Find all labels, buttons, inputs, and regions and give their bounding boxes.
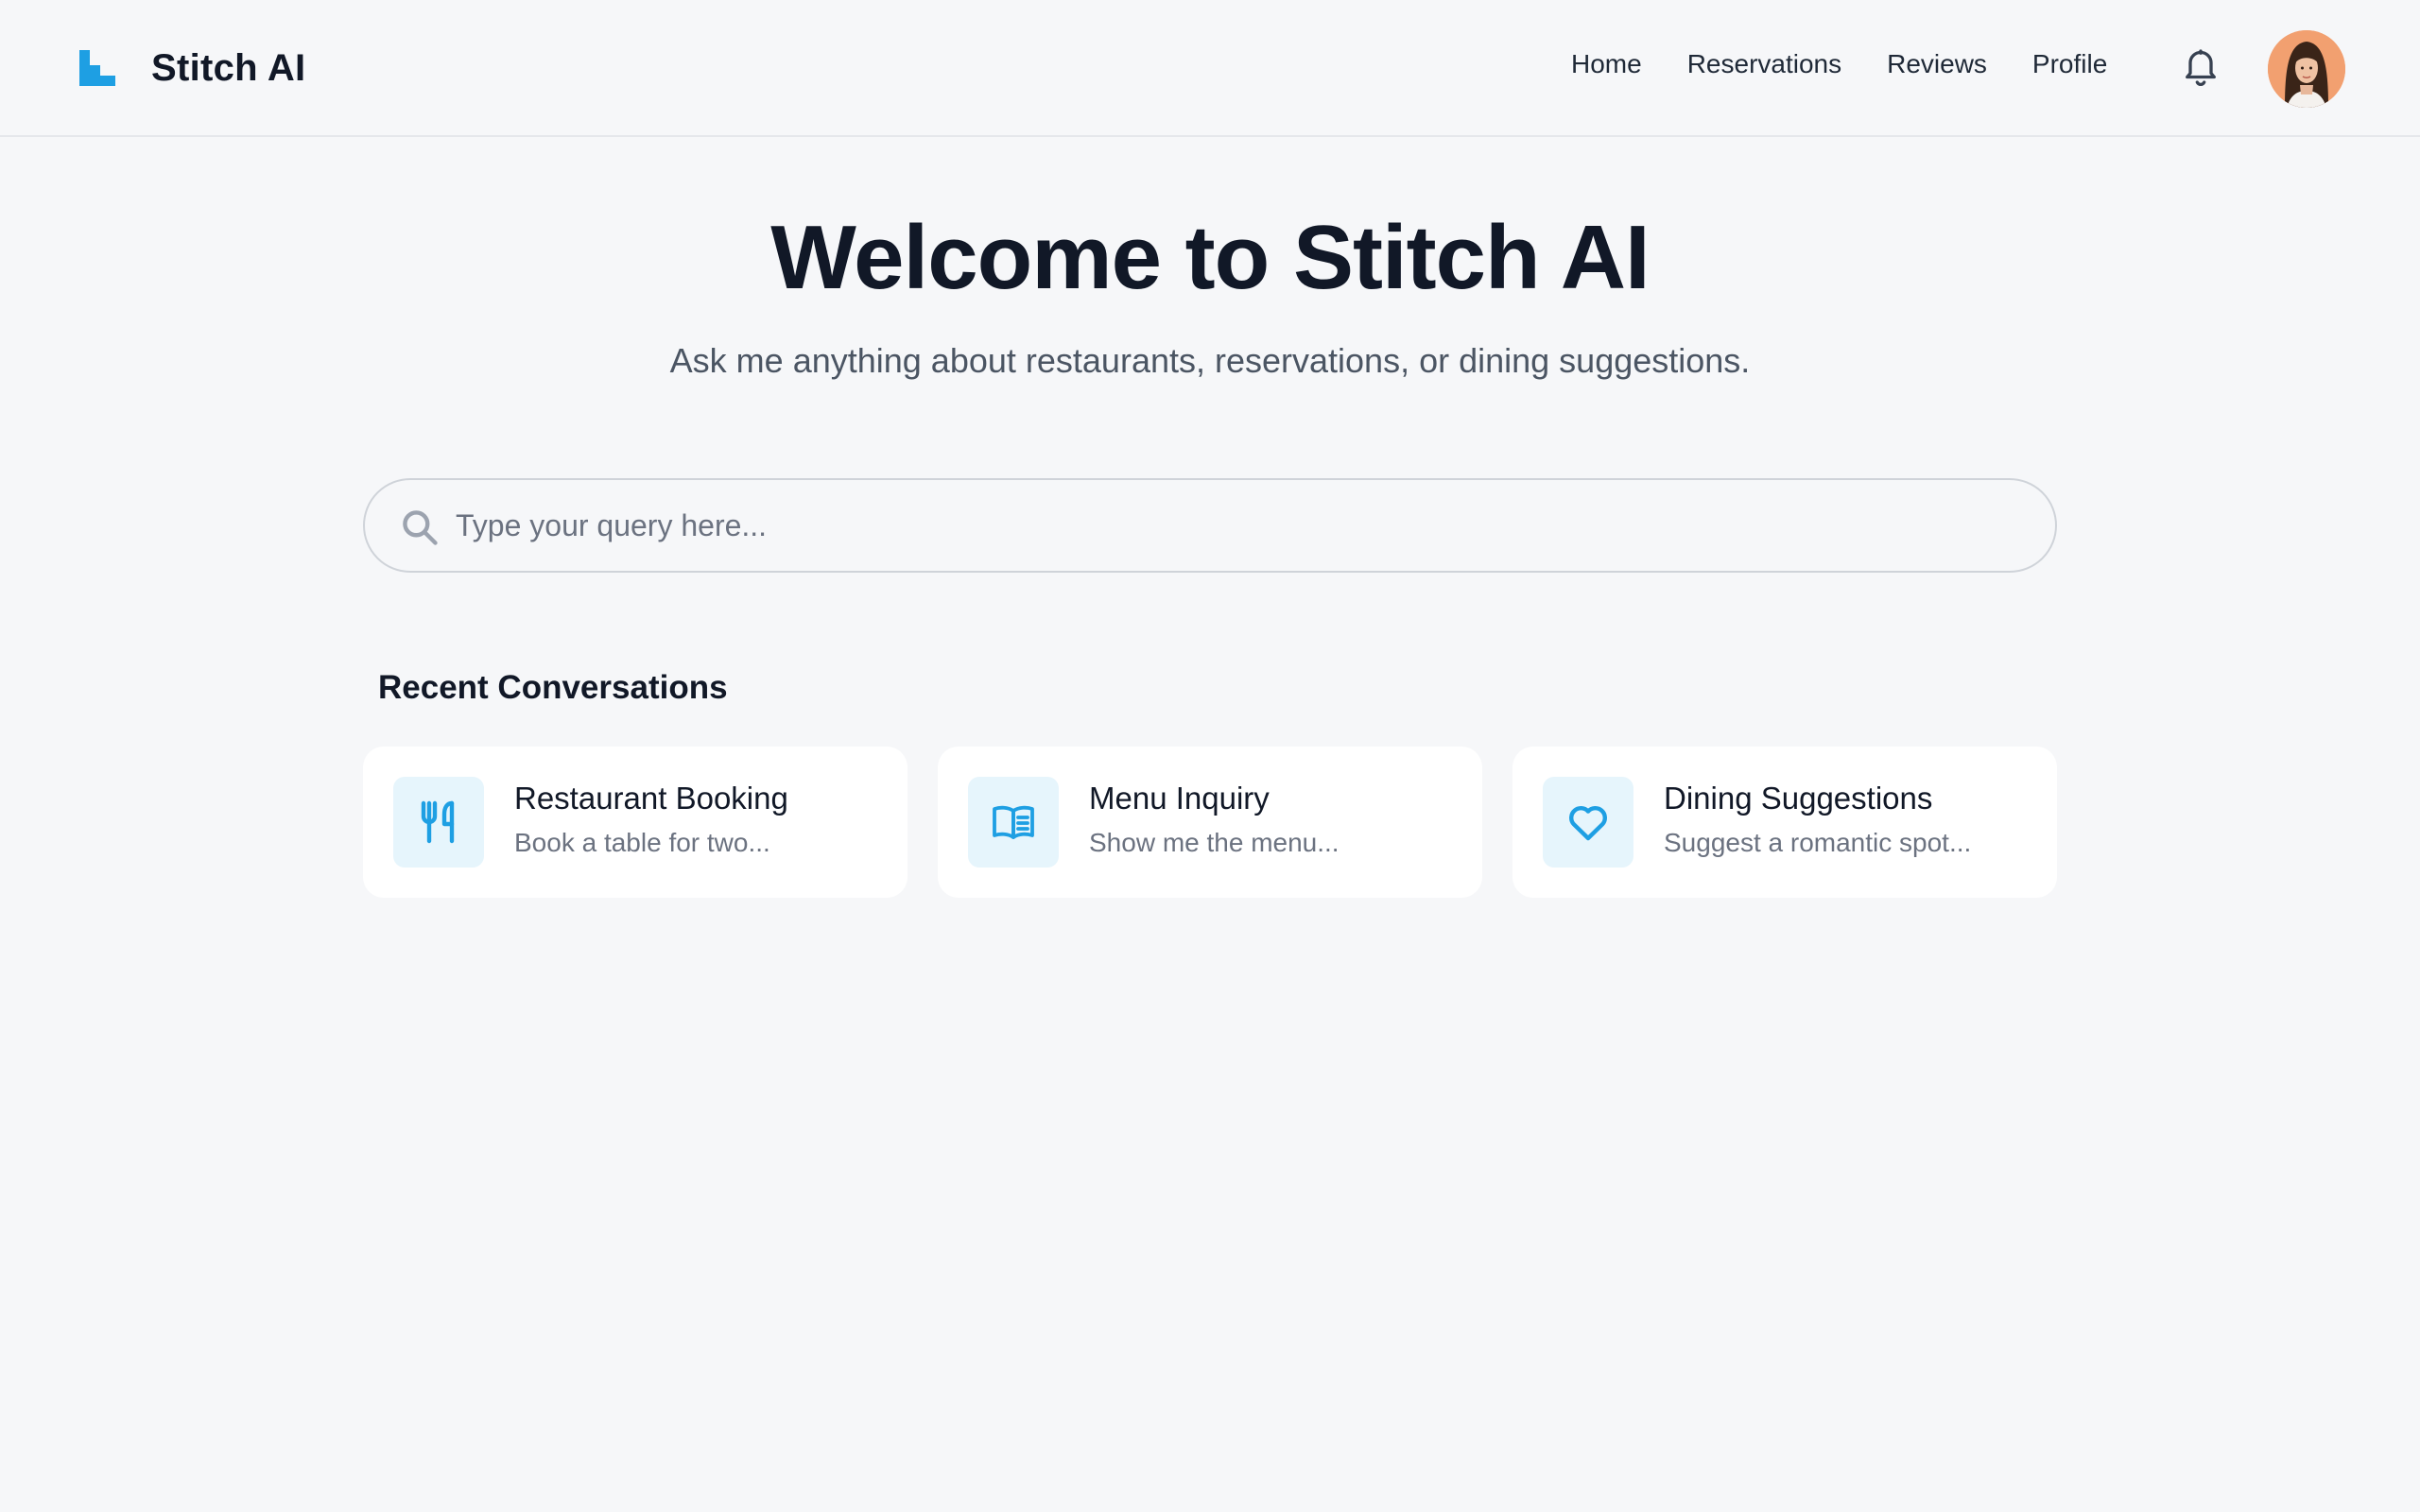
- conversation-card-menu-inquiry[interactable]: Menu Inquiry Show me the menu...: [938, 747, 1482, 898]
- search-bar[interactable]: [363, 478, 2057, 573]
- utensils-icon: [421, 800, 455, 844]
- conversation-title: Restaurant Booking: [514, 781, 788, 816]
- conversation-icon-tile: [968, 777, 1059, 868]
- user-avatar[interactable]: [2268, 30, 2345, 108]
- recent-conversations-heading: Recent Conversations: [378, 669, 728, 706]
- conversation-preview: Show me the menu...: [1089, 828, 1340, 857]
- conversation-title: Menu Inquiry: [1089, 781, 1270, 816]
- conversation-title: Dining Suggestions: [1664, 781, 1933, 816]
- conversation-icon-tile: [393, 777, 484, 868]
- stitch-logo-icon: [79, 50, 115, 86]
- page-subtitle: Ask me anything about restaurants, reser…: [669, 341, 1751, 380]
- heart-icon: [1569, 806, 1607, 841]
- nav-reservations[interactable]: Reservations: [1687, 49, 1841, 79]
- conversation-icon-tile: [1543, 777, 1634, 868]
- brand[interactable]: Stitch AI: [78, 43, 305, 93]
- main-nav: Home Reservations Reviews Profile: [1571, 49, 2107, 79]
- conversation-card-restaurant-booking[interactable]: Restaurant Booking Book a table for two.…: [363, 747, 908, 898]
- menu-book-icon: [993, 805, 1034, 839]
- bell-icon[interactable]: [2180, 47, 2221, 89]
- app-name: Stitch AI: [151, 46, 306, 89]
- page-title: Welcome to Stitch AI: [770, 207, 1650, 308]
- conversation-preview: Suggest a romantic spot...: [1664, 828, 1972, 857]
- conversation-card-dining-suggestions[interactable]: Dining Suggestions Suggest a romantic sp…: [1512, 747, 2057, 898]
- nav-reviews[interactable]: Reviews: [1887, 49, 1987, 79]
- top-bar: Stitch AI Home Reservations Reviews Prof…: [0, 0, 2420, 137]
- recent-conversations-list: Restaurant Booking Book a table for two.…: [363, 747, 2057, 898]
- search-input[interactable]: [456, 480, 2025, 571]
- nav-home[interactable]: Home: [1571, 49, 1642, 79]
- nav-profile[interactable]: Profile: [2032, 49, 2107, 79]
- search-icon: [403, 510, 438, 545]
- avatar-portrait-icon: [2268, 30, 2345, 108]
- conversation-preview: Book a table for two...: [514, 828, 770, 857]
